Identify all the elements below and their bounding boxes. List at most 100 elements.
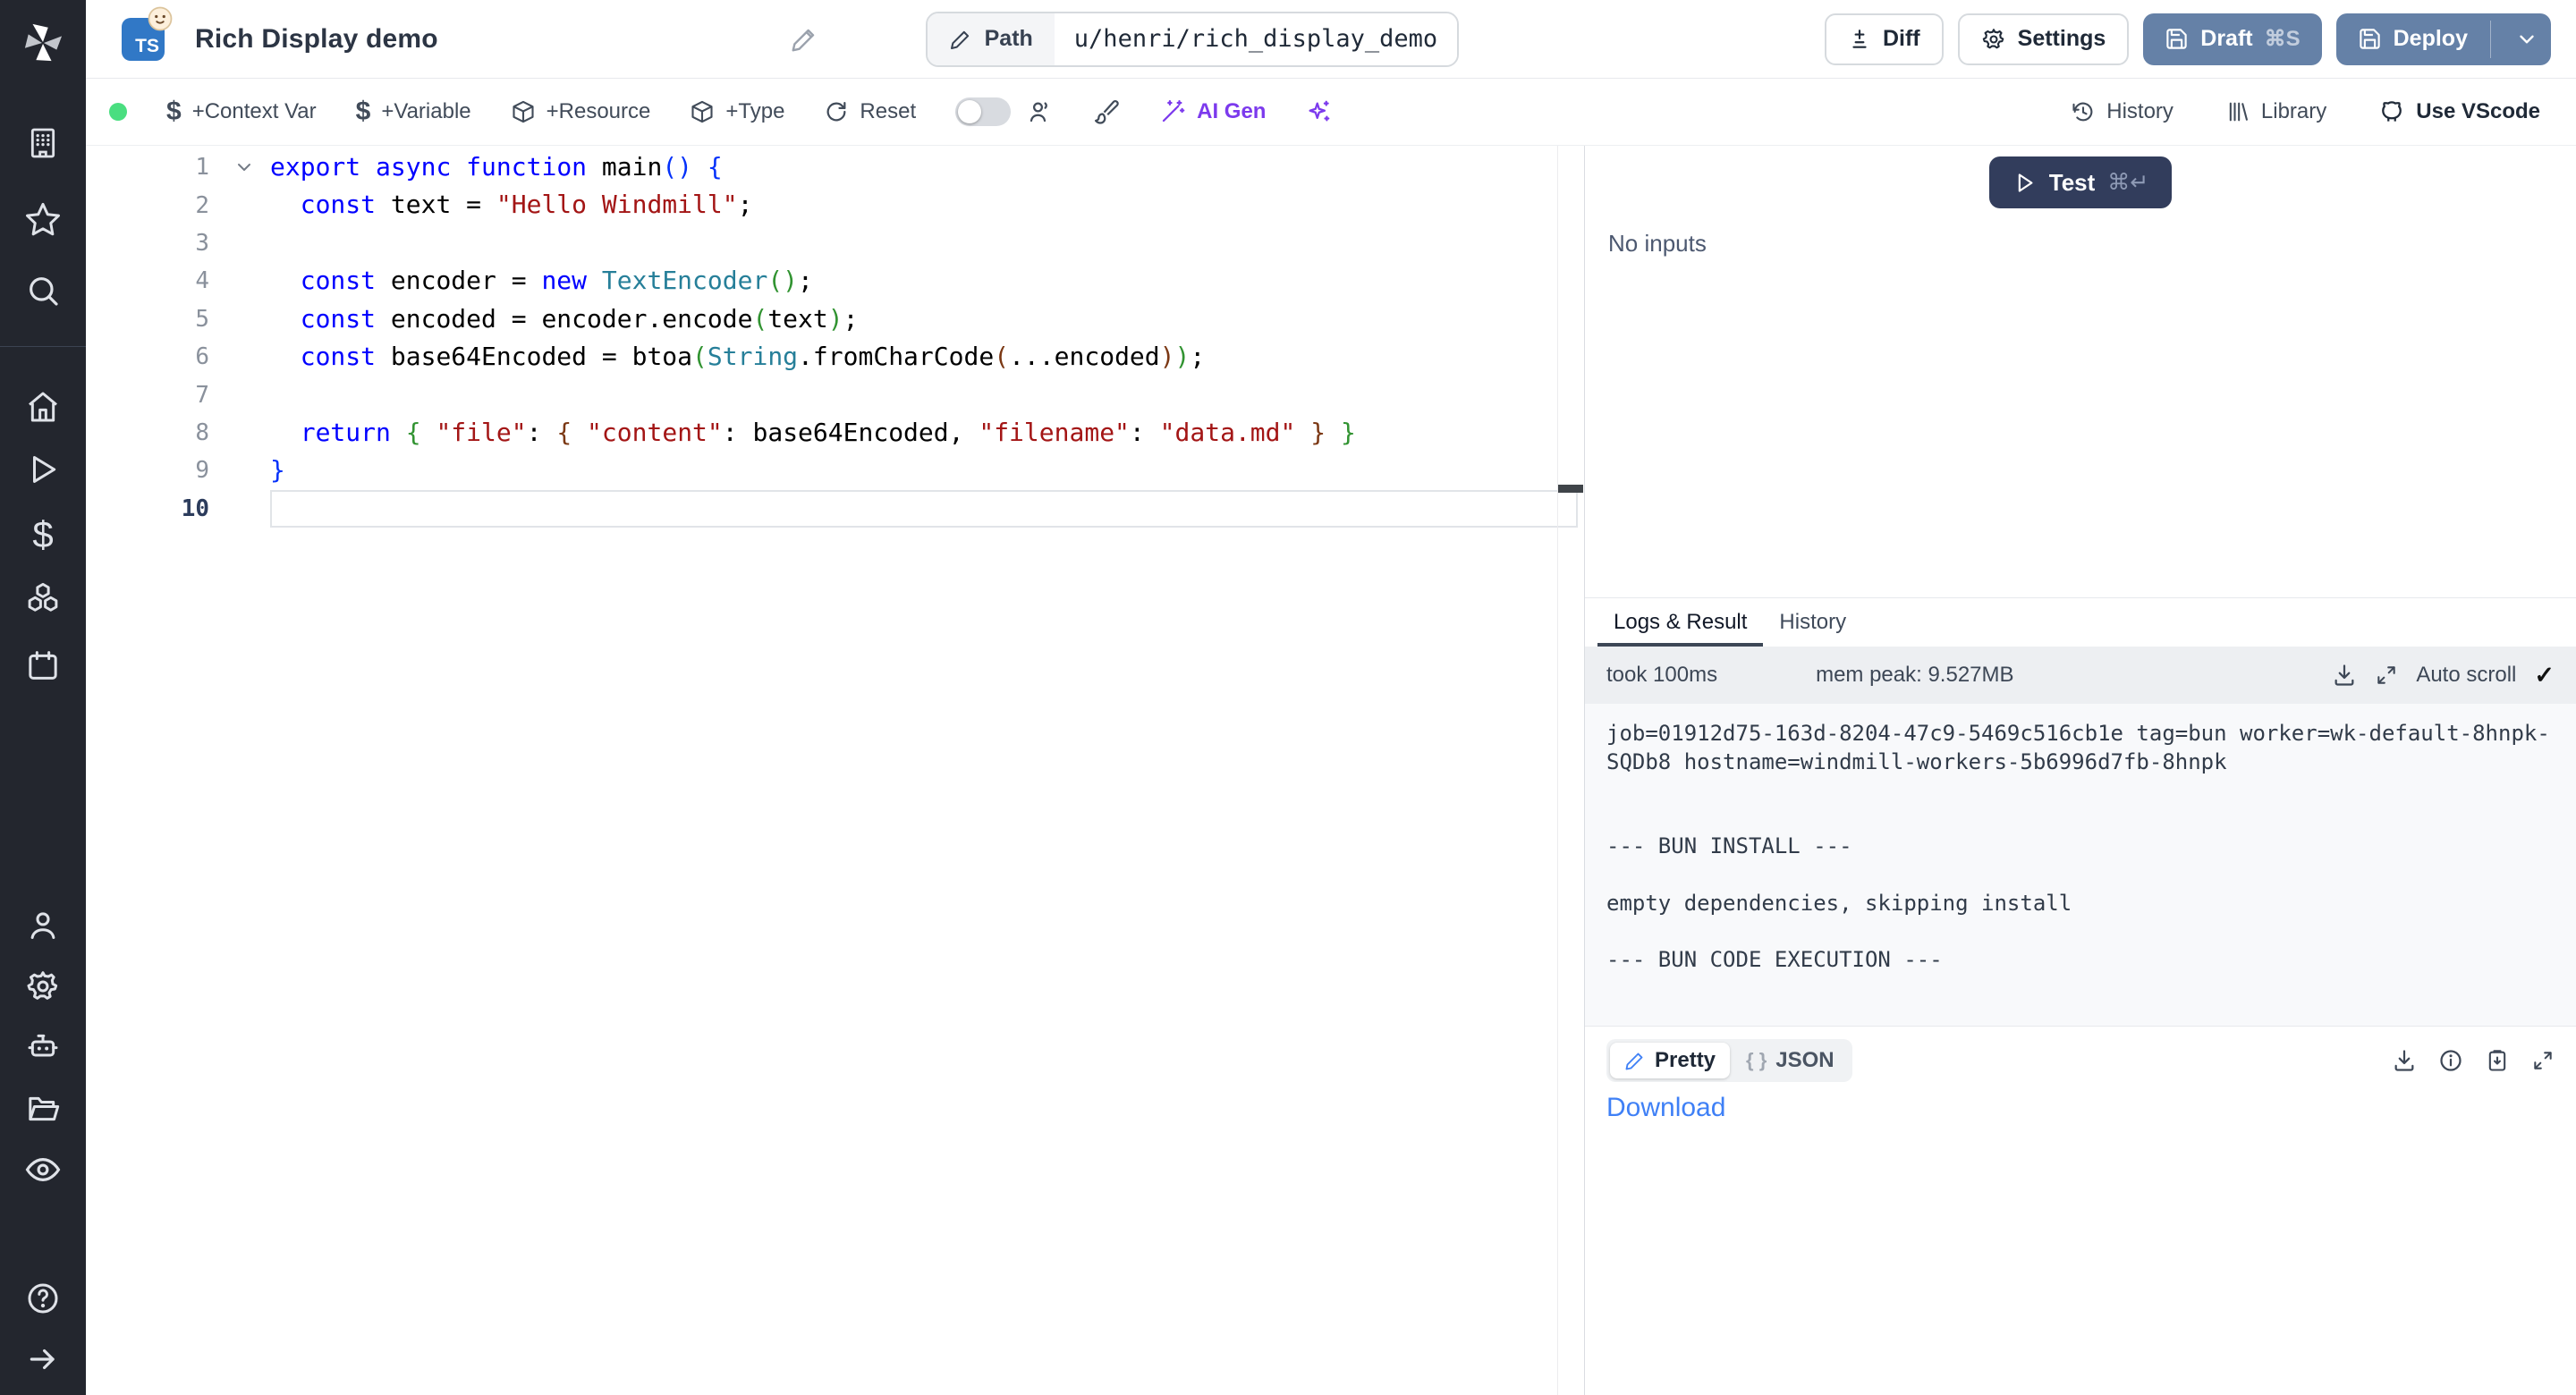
code-line-text[interactable]: const encoded = encoder.encode(text); [270,300,1584,338]
result-header: Pretty { } JSON [1585,1027,2576,1087]
library-button[interactable]: Library [2225,99,2326,124]
diff-icon [1848,28,1871,51]
ai-gen-button[interactable]: AI Gen [1159,98,1266,125]
dollar-icon: $ [356,97,371,127]
add-type-label: +Type [725,99,784,124]
tab-logs-result[interactable]: Logs & Result [1597,598,1763,647]
auto-scroll-label[interactable]: Auto scroll [2416,663,2516,688]
workspace-icon[interactable] [21,122,64,165]
info-icon[interactable] [2438,1048,2463,1073]
settings-label: Settings [2018,26,2106,52]
download-logs-icon[interactable] [2332,663,2357,688]
path-value[interactable]: u/henri/rich_display_demo [1055,13,1457,65]
folders-icon[interactable] [21,1087,64,1130]
expand-sidebar-arrow-icon[interactable] [21,1338,64,1381]
test-button[interactable]: Test ⌘↵ [1989,156,2172,208]
pretty-view-option[interactable]: Pretty [1610,1043,1730,1078]
code-line-text[interactable]: const base64Encoded = btoa(String.fromCh… [270,338,1584,376]
use-vscode-label: Use VScode [2416,99,2540,124]
toggle-switch[interactable] [955,97,1011,126]
reset-button[interactable]: Reset [824,99,916,124]
download-result-link[interactable]: Download [1606,1093,1725,1123]
add-variable-button[interactable]: $ +Variable [356,97,471,127]
topbar: TS Rich Display demo Path u/henri/rich_d… [86,0,2576,79]
fold-chevron-icon[interactable] [218,156,270,178]
page-title: Rich Display demo [195,24,438,55]
search-icon[interactable] [21,269,64,312]
json-view-option[interactable]: { } JSON [1732,1043,1849,1078]
line-number: 2 [86,192,218,219]
code-line-text[interactable]: return { "file": { "content": base64Enco… [270,414,1584,452]
home-icon[interactable] [21,385,64,428]
code-line[interactable]: 4 const encoder = new TextEncoder(); [86,262,1584,300]
history-button[interactable]: History [2071,99,2174,124]
sparkles-icon[interactable] [1305,98,1332,125]
variables-dollar-icon[interactable]: $ [21,513,64,556]
workers-robot-icon[interactable] [21,1025,64,1068]
help-icon[interactable] [21,1277,64,1320]
settings-button[interactable]: Settings [1958,13,2130,65]
maximize-result-icon[interactable] [2531,1049,2555,1072]
history-clock-icon [2071,99,2096,124]
add-context-var-button[interactable]: $ +Context Var [166,97,317,127]
code-line[interactable]: 7 [86,376,1584,413]
runs-play-icon[interactable] [21,448,64,491]
code-line[interactable]: 5 const encoded = encoder.encode(text); [86,300,1584,338]
deploy-label: Deploy [2394,26,2468,52]
windmill-logo-icon[interactable] [21,21,64,64]
code-line[interactable]: 1export async function main() { [86,148,1584,186]
expand-logs-icon[interactable] [2375,664,2398,687]
path-edit-section[interactable]: Path [928,13,1055,65]
job-logs[interactable]: job=01912d75-163d-8204-47c9-5469c516cb1e… [1585,704,2576,1026]
diff-button[interactable]: Diff [1825,13,1944,65]
test-label: Test [2049,169,2096,197]
deploy-chevron-icon[interactable] [2506,28,2538,51]
diff-label: Diff [1883,26,1920,52]
braces-icon: { } [1746,1049,1767,1072]
download-result-icon[interactable] [2392,1048,2417,1073]
code-line[interactable]: 8 return { "file": { "content": base64En… [86,414,1584,452]
paintbrush-icon[interactable] [1093,98,1120,125]
code-line[interactable]: 2 const text = "Hello Windmill"; [86,186,1584,224]
sidebar-divider [0,346,86,347]
line-number: 3 [86,230,218,257]
code-line[interactable]: 6 const base64Encoded = btoa(String.from… [86,338,1584,376]
code-editor[interactable]: 1export async function main() {2 const t… [86,146,1584,1395]
code-line[interactable]: 3 [86,224,1584,262]
no-inputs-text: No inputs [1608,230,2576,258]
editor-toolbar: $ +Context Var $ +Variable +Resource +Ty… [86,79,2576,146]
library-label: Library [2261,99,2326,124]
auto-scroll-check-icon[interactable]: ✓ [2534,662,2555,689]
deploy-divider [2490,21,2491,58]
code-line-text[interactable] [270,490,1578,528]
user-sound-icon[interactable] [1027,98,1054,125]
magic-wand-icon [1159,98,1186,125]
overview-ruler [1557,146,1558,1395]
test-row: Test ⌘↵ [1585,146,2576,208]
toolbar-right: History Library Use VScode [2071,98,2540,125]
favorites-star-icon[interactable] [21,198,64,241]
run-panel: Test ⌘↵ No inputs Logs & Result History … [1584,146,2576,1395]
schedules-calendar-icon[interactable] [21,645,64,688]
code-line[interactable]: 9} [86,452,1584,489]
run-statusbar: took 100ms mem peak: 9.527MB Auto scroll… [1585,647,2576,704]
add-type-button[interactable]: +Type [690,99,784,124]
history-label: History [2106,99,2174,124]
deploy-button[interactable]: Deploy [2336,13,2551,65]
edit-title-pencil-icon[interactable] [790,25,818,54]
code-line-text[interactable]: const text = "Hello Windmill"; [270,186,1584,224]
draft-button[interactable]: Draft ⌘S [2143,13,2321,65]
audit-eye-icon[interactable] [21,1148,64,1191]
use-vscode-button[interactable]: Use VScode [2378,98,2540,125]
path-chip[interactable]: Path u/henri/rich_display_demo [926,12,1460,67]
users-person-icon[interactable] [21,904,64,947]
tab-history[interactable]: History [1763,598,1862,647]
code-line-text[interactable]: } [270,452,1584,489]
code-line-text[interactable]: export async function main() { [270,148,1584,186]
code-line-text[interactable]: const encoder = new TextEncoder(); [270,262,1584,300]
add-resource-button[interactable]: +Resource [511,99,651,124]
copy-clipboard-icon[interactable] [2485,1048,2510,1073]
code-line[interactable]: 10 [86,490,1584,528]
resources-boxes-icon[interactable] [21,578,64,621]
settings-gear-icon[interactable] [21,965,64,1008]
